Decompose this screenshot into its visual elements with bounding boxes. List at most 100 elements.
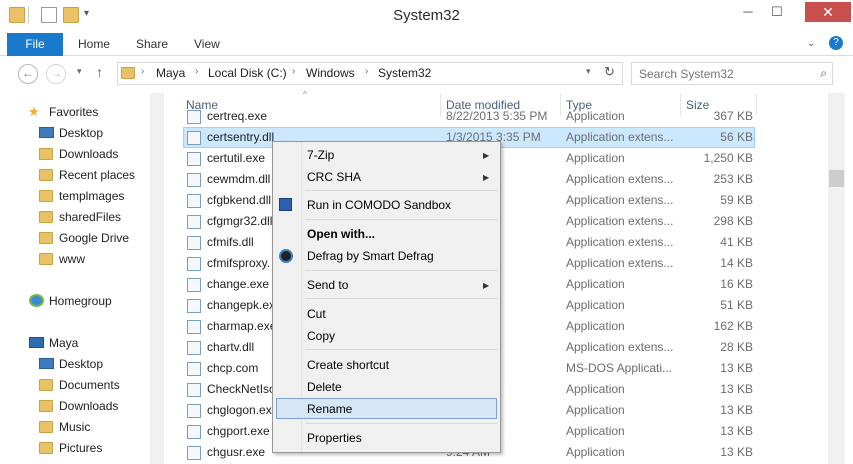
downloads-icon bbox=[39, 148, 53, 160]
column-divider[interactable] bbox=[756, 94, 757, 116]
breadcrumb-maya[interactable]: Maya bbox=[156, 66, 185, 80]
file-name: cfmifs.dll bbox=[207, 235, 254, 249]
file-size: 13 KB bbox=[720, 424, 753, 438]
nav-item-pc-downloads[interactable]: Downloads bbox=[59, 396, 118, 416]
dll-file-icon bbox=[187, 131, 201, 145]
breadcrumb-system32[interactable]: System32 bbox=[378, 66, 431, 80]
nav-this-pc[interactable]: Maya bbox=[49, 333, 78, 353]
up-icon[interactable]: ↑ bbox=[96, 64, 103, 80]
submenu-arrow-icon: ▶ bbox=[483, 281, 490, 290]
file-name: chcp.com bbox=[207, 361, 259, 375]
nav-item-sharedfiles[interactable]: sharedFiles bbox=[59, 207, 121, 227]
breadcrumb-windows[interactable]: Windows bbox=[306, 66, 355, 80]
menu-item-delete[interactable]: Delete bbox=[307, 376, 342, 398]
address-bar[interactable] bbox=[117, 62, 623, 85]
search-box[interactable]: ⌕ bbox=[631, 62, 833, 85]
window-title: System32 bbox=[393, 7, 460, 24]
scrollbar-thumb[interactable] bbox=[829, 170, 844, 187]
file-type: Application bbox=[566, 298, 625, 312]
chevron-right-icon[interactable]: › bbox=[141, 66, 144, 77]
nav-item-recent-places[interactable]: Recent places bbox=[59, 165, 135, 185]
smart-defrag-icon bbox=[279, 249, 293, 263]
comodo-icon bbox=[279, 198, 292, 211]
menu-item-rename[interactable]: Rename bbox=[307, 398, 352, 420]
menu-item-open-with[interactable]: Open with... bbox=[307, 223, 375, 245]
dll-file-icon bbox=[187, 236, 201, 250]
search-input[interactable] bbox=[632, 63, 802, 84]
file-name: cfgbkend.dll bbox=[207, 193, 272, 207]
recent-places-icon bbox=[39, 169, 53, 181]
ribbon bbox=[0, 33, 853, 56]
file-size: 253 KB bbox=[713, 172, 753, 186]
tab-file[interactable]: File bbox=[7, 33, 63, 56]
file-size: 13 KB bbox=[720, 382, 753, 396]
nav-homegroup[interactable]: Homegroup bbox=[49, 291, 112, 311]
desktop-icon bbox=[39, 358, 54, 369]
recent-locations-icon[interactable]: ▾ bbox=[77, 66, 82, 77]
file-list-scrollbar[interactable] bbox=[828, 93, 845, 464]
folder-icon bbox=[121, 67, 135, 79]
nav-item-pc-desktop[interactable]: Desktop bbox=[59, 354, 103, 374]
dll-file-icon bbox=[187, 341, 201, 355]
nav-item-downloads[interactable]: Downloads bbox=[59, 144, 118, 164]
file-name: cfgmgr32.dll bbox=[207, 214, 273, 228]
file-name: charmap.exe bbox=[207, 319, 277, 333]
nav-item-desktop[interactable]: Desktop bbox=[59, 123, 103, 143]
pictures-icon bbox=[39, 442, 53, 454]
file-type: Application bbox=[566, 277, 625, 291]
chevron-right-icon[interactable]: › bbox=[195, 66, 198, 77]
menu-separator bbox=[305, 298, 497, 299]
nav-item-pictures[interactable]: Pictures bbox=[59, 438, 102, 458]
refresh-icon[interactable]: ↻ bbox=[604, 64, 615, 80]
exe-file-icon bbox=[187, 383, 201, 397]
file-type: Application bbox=[566, 109, 625, 123]
maximize-icon[interactable]: ☐ bbox=[764, 2, 790, 22]
close-icon[interactable]: ✕ bbox=[805, 2, 851, 22]
menu-item-cut[interactable]: Cut bbox=[307, 303, 326, 325]
menu-item-properties[interactable]: Properties bbox=[307, 427, 362, 449]
music-icon bbox=[39, 421, 53, 433]
nav-item-templmages[interactable]: templmages bbox=[59, 186, 124, 206]
exe-file-icon bbox=[187, 299, 201, 313]
file-type: Application extens... bbox=[566, 256, 674, 270]
back-icon[interactable]: ← bbox=[18, 64, 38, 84]
menu-item-defrag-by-smart-defrag[interactable]: Defrag by Smart Defrag bbox=[307, 245, 434, 267]
menu-item-send-to[interactable]: Send to bbox=[307, 274, 348, 296]
file-name: cfmifsproxy. bbox=[207, 256, 271, 270]
nav-item-google-drive[interactable]: Google Drive bbox=[59, 228, 129, 248]
menu-item-create-shortcut[interactable]: Create shortcut bbox=[307, 354, 389, 376]
search-icon[interactable]: ⌕ bbox=[820, 66, 827, 81]
menu-item-copy[interactable]: Copy bbox=[307, 325, 335, 347]
dll-file-icon bbox=[187, 257, 201, 271]
minimize-icon[interactable]: ─ bbox=[735, 2, 761, 22]
file-type: Application extens... bbox=[566, 193, 674, 207]
chevron-right-icon[interactable]: › bbox=[365, 66, 368, 77]
folder-icon bbox=[39, 190, 53, 202]
expand-ribbon-icon[interactable]: ⌄ bbox=[807, 38, 815, 49]
exe-file-icon bbox=[187, 278, 201, 292]
nav-item-documents[interactable]: Documents bbox=[59, 375, 120, 395]
file-size: 162 KB bbox=[713, 319, 753, 333]
menu-separator bbox=[305, 219, 497, 220]
breadcrumb-local-disk[interactable]: Local Disk (C:) bbox=[208, 66, 287, 80]
file-size: 1,250 KB bbox=[703, 151, 753, 165]
menu-item-run-in-comodo-sandbox[interactable]: Run in COMODO Sandbox bbox=[307, 194, 451, 216]
file-type: Application extens... bbox=[566, 130, 674, 144]
file-type: Application bbox=[566, 403, 625, 417]
menu-item-crc-sha[interactable]: CRC SHA bbox=[307, 166, 361, 188]
file-size: 13 KB bbox=[720, 361, 753, 375]
menu-item-7zip[interactable]: 7-Zip bbox=[307, 144, 334, 166]
folder-icon bbox=[39, 253, 53, 265]
address-history-icon[interactable]: ▾ bbox=[586, 66, 591, 77]
nav-scrollbar[interactable] bbox=[150, 93, 164, 464]
help-icon[interactable]: ? bbox=[829, 36, 843, 50]
tab-home[interactable]: Home bbox=[78, 33, 110, 56]
nav-item-www[interactable]: www bbox=[59, 249, 85, 269]
file-size: 59 KB bbox=[720, 193, 753, 207]
nav-item-music[interactable]: Music bbox=[59, 417, 90, 437]
forward-icon[interactable]: → bbox=[46, 64, 66, 84]
tab-share[interactable]: Share bbox=[136, 33, 168, 56]
nav-favorites[interactable]: Favorites bbox=[49, 102, 98, 122]
chevron-right-icon[interactable]: › bbox=[292, 66, 295, 77]
tab-view[interactable]: View bbox=[194, 33, 220, 56]
